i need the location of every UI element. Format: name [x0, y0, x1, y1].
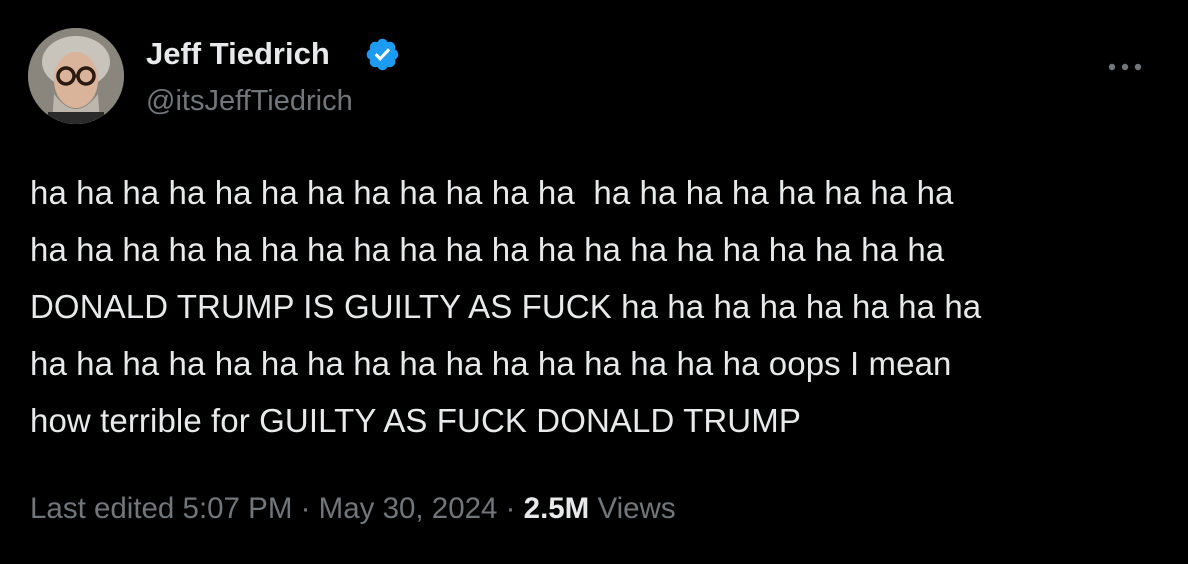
meta-separator: · [300, 492, 311, 525]
meta-separator: · [505, 492, 516, 525]
avatar[interactable] [28, 28, 124, 124]
tweet-meta: Last edited 5:07 PM · May 30, 2024 · 2.5… [30, 489, 676, 529]
tweet-line: ha ha ha ha ha ha ha ha ha ha ha ha ha h… [30, 174, 954, 211]
avatar-photo-icon [28, 28, 124, 124]
author-handle[interactable]: @itsJeffTiedrich [146, 82, 353, 120]
tweet-date[interactable]: May 30, 2024 [319, 492, 498, 525]
author-display-name[interactable]: Jeff Tiedrich [146, 34, 330, 74]
edited-label[interactable]: Last edited [30, 492, 174, 525]
tweet-line: DONALD TRUMP IS GUILTY AS FUCK ha ha ha … [30, 288, 982, 325]
more-icon[interactable] [1104, 52, 1146, 82]
tweet-line: ha ha ha ha ha ha ha ha ha ha ha ha ha h… [30, 231, 945, 268]
verified-badge-icon[interactable] [364, 36, 401, 73]
tweet-time[interactable]: 5:07 PM [183, 492, 293, 525]
tweet-line: how terrible for GUILTY AS FUCK DONALD T… [30, 402, 801, 439]
tweet-line: ha ha ha ha ha ha ha ha ha ha ha ha ha h… [30, 345, 952, 382]
views-label: Views [597, 492, 676, 525]
views-count[interactable]: 2.5M [524, 492, 590, 525]
tweet-text: ha ha ha ha ha ha ha ha ha ha ha ha ha h… [30, 164, 1170, 449]
